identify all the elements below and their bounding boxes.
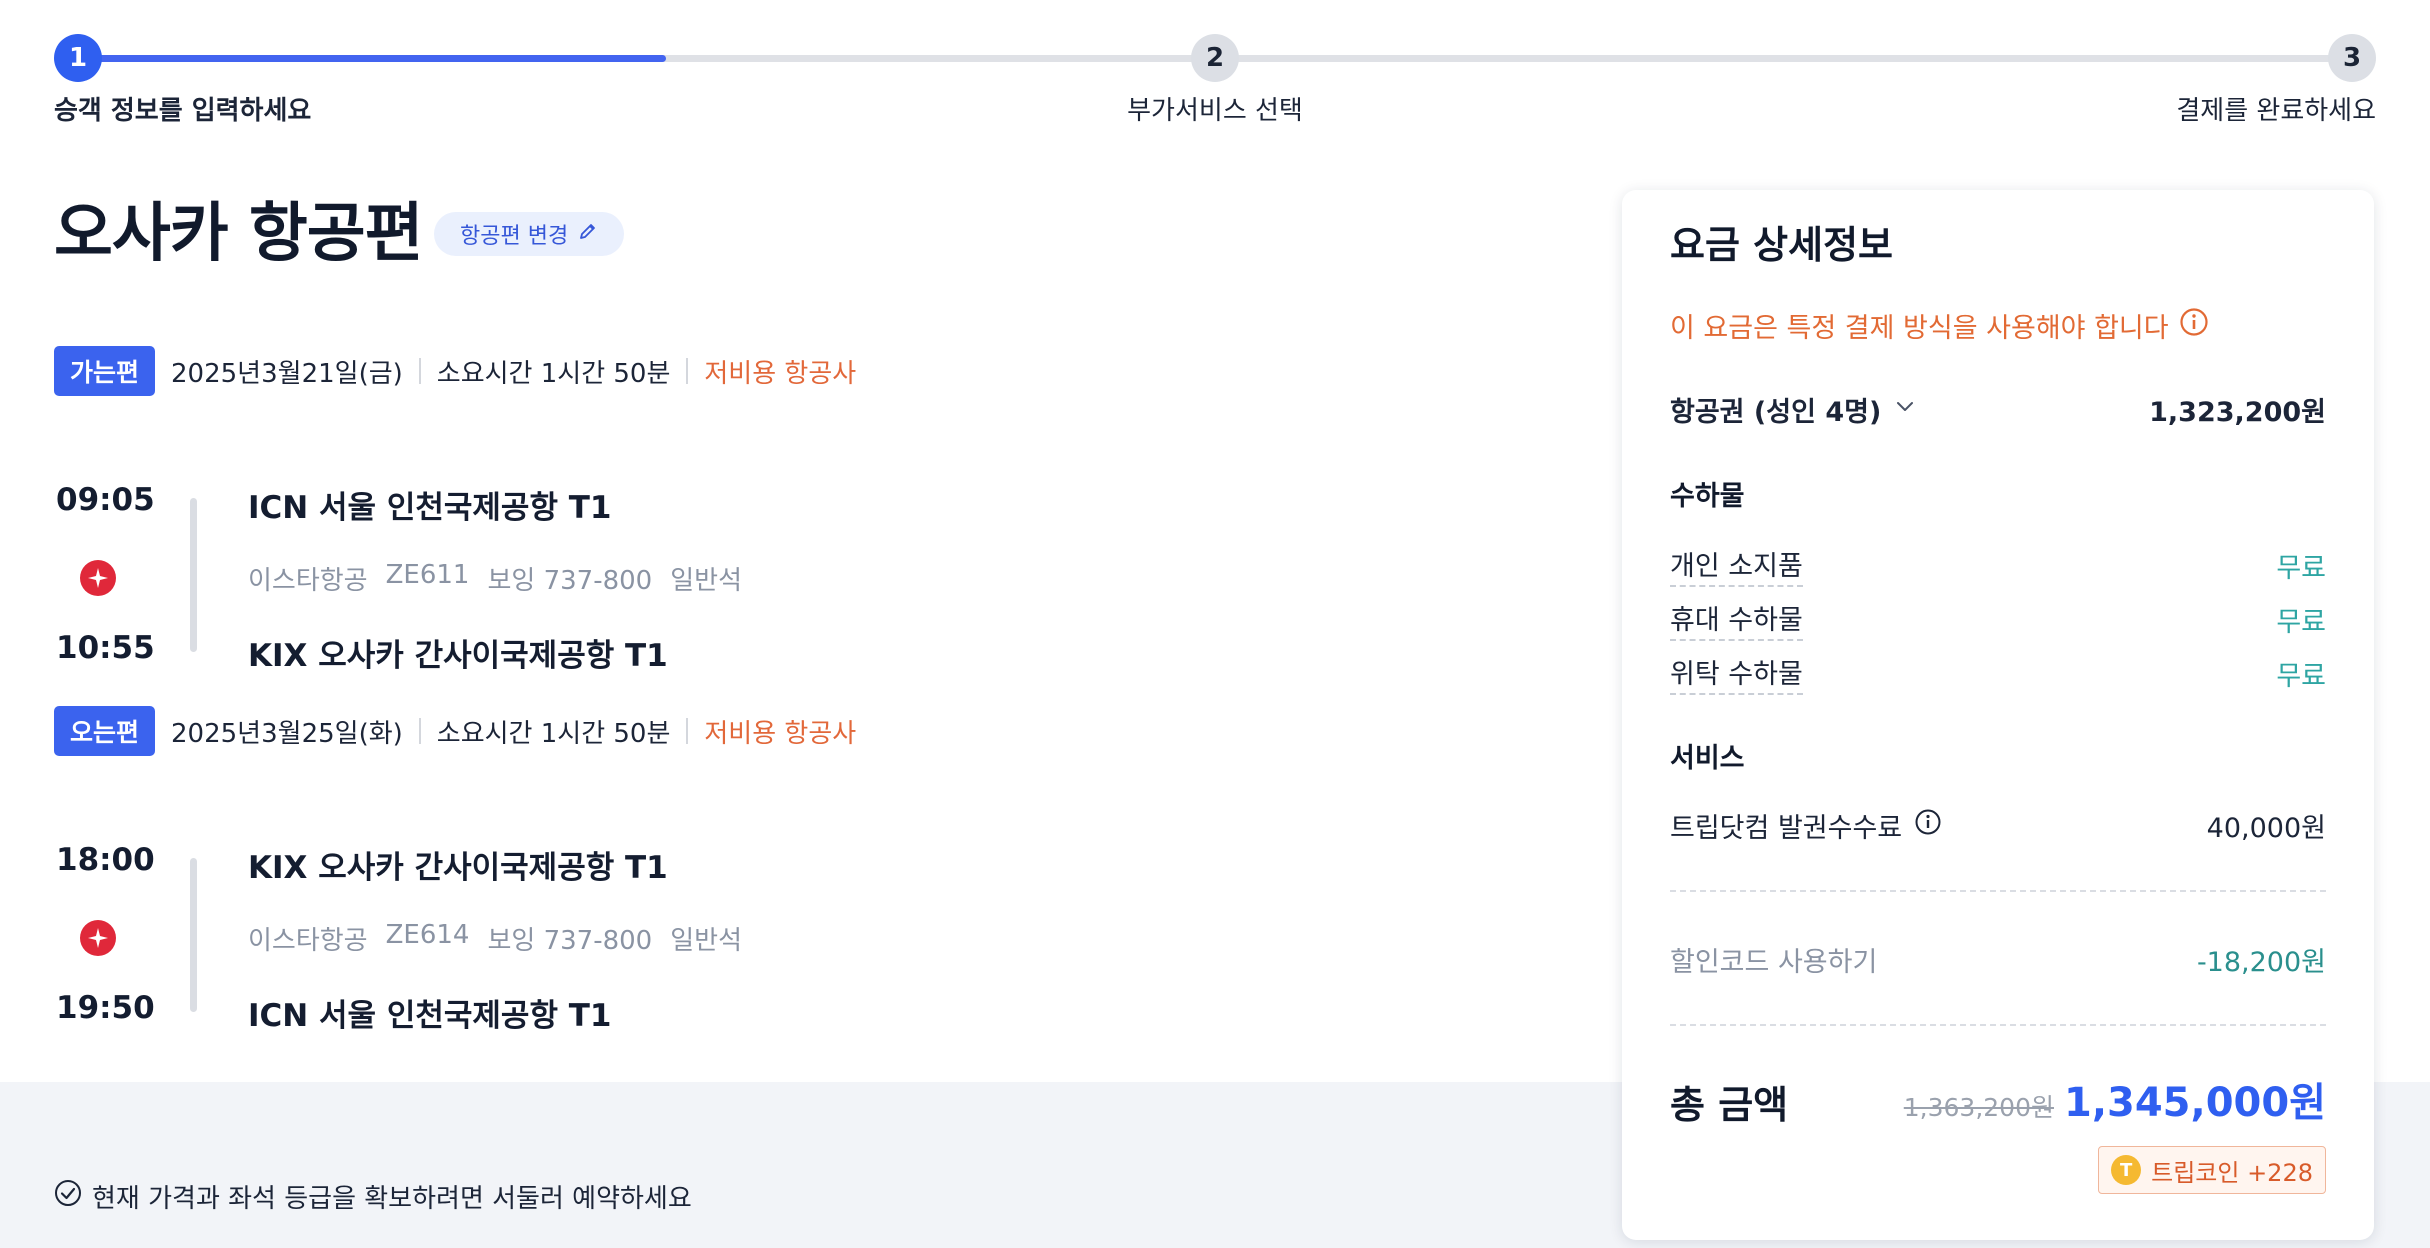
inbound-depart-airport: KIX 오사카 간사이국제공항 T1 <box>248 850 668 886</box>
outbound-leg: 가는편 2025년3월21일(금) 소요시간 1시간 50분 저비용 항공사 0… <box>54 346 1554 674</box>
divider <box>686 718 689 744</box>
total-label: 총 금액 <box>1670 1083 1789 1127</box>
outbound-itinerary: 09:05 ICN 서울 인천국제공항 T1 이스타항공 ZE611 보잉 73… <box>54 396 1554 674</box>
outbound-header: 가는편 2025년3월21일(금) 소요시간 1시간 50분 저비용 항공사 <box>54 346 1554 396</box>
baggage-label[interactable]: 위탁 수하물 <box>1670 652 1803 695</box>
baggage-row-carryon: 휴대 수하물 무료 <box>1670 598 2326 641</box>
info-icon[interactable] <box>1914 808 1942 843</box>
discount-code-link[interactable]: 할인코드 사용하기 <box>1670 940 1877 979</box>
ticket-price: 1,323,200원 <box>2149 397 2326 428</box>
cabin-class: 일반석 <box>670 566 742 596</box>
step-3-circle: 3 <box>2328 34 2376 82</box>
divider <box>686 358 689 384</box>
progress-stepper: 1 2 3 승객 정보를 입력하세요 부가서비스 선택 결제를 완료하세요 <box>54 34 2376 134</box>
inbound-date: 2025년3월25일(화) <box>171 718 403 749</box>
warning-text: 이 요금은 특정 결제 방식을 사용해야 합니다 <box>1670 313 2169 344</box>
page-title: 오사카 항공편 <box>54 197 424 271</box>
step-2-circle: 2 <box>1191 34 1239 82</box>
aircraft-type: 보잉 737-800 <box>487 566 653 596</box>
trip-coin-badge: T 트립코인 +228 <box>2098 1146 2326 1194</box>
inbound-header: 오는편 2025년3월25일(화) 소요시간 1시간 50분 저비용 항공사 <box>54 706 1554 756</box>
fare-details-panel: 요금 상세정보 이 요금은 특정 결제 방식을 사용해야 합니다 항공권 (성인… <box>1622 190 2374 1240</box>
baggage-value: 무료 <box>2276 607 2326 638</box>
outbound-date: 2025년3월21일(금) <box>171 358 403 389</box>
step-2-label: 부가서비스 선택 <box>1127 96 1303 126</box>
outbound-arrive-airport: KIX 오사카 간사이국제공항 T1 <box>248 638 668 674</box>
inbound-arrive-airport: ICN 서울 인천국제공항 T1 <box>248 998 612 1034</box>
discount-code-row[interactable]: 할인코드 사용하기 -18,200원 <box>1670 940 2326 979</box>
service-label: 트립닷컴 발권수수료 <box>1670 813 1903 844</box>
discount-value: -18,200원 <box>2196 947 2326 978</box>
baggage-label[interactable]: 휴대 수하물 <box>1670 598 1803 641</box>
trip-coin-label: 트립코인 +228 <box>2151 1158 2313 1187</box>
cabin-class: 일반석 <box>670 926 742 956</box>
timeline-line <box>190 498 197 652</box>
outbound-arrive-time: 10:55 <box>56 630 155 666</box>
baggage-row-checked: 위탁 수하물 무료 <box>1670 652 2326 695</box>
baggage-row-personal: 개인 소지품 무료 <box>1670 544 2326 587</box>
airline-name: 이스타항공 <box>248 566 368 596</box>
inbound-itinerary: 18:00 KIX 오사카 간사이국제공항 T1 이스타항공 ZE614 보잉 … <box>54 756 1554 1034</box>
inbound-leg: 오는편 2025년3월25일(화) 소요시간 1시간 50분 저비용 항공사 1… <box>54 706 1554 1034</box>
airline-name: 이스타항공 <box>248 926 368 956</box>
stepper-progress <box>78 55 666 62</box>
baggage-value: 무료 <box>2276 661 2326 692</box>
flight-number: ZE611 <box>385 560 470 590</box>
notice-text: 현재 가격과 좌석 등급을 확보하려면 서둘러 예약하세요 <box>92 1184 692 1214</box>
inbound-flight-details: 이스타항공 ZE614 보잉 737-800 일반석 <box>248 920 742 957</box>
inbound-arrive-time: 19:50 <box>56 990 155 1026</box>
pencil-icon <box>578 221 598 247</box>
divider <box>1670 890 2326 892</box>
outbound-carrier-type: 저비용 항공사 <box>704 358 857 389</box>
service-price: 40,000원 <box>2206 813 2326 844</box>
inbound-depart-time: 18:00 <box>56 842 155 878</box>
outbound-duration: 소요시간 1시간 50분 <box>436 358 671 389</box>
original-total-price: 1,363,200원 <box>1903 1093 2054 1122</box>
divider <box>418 718 421 744</box>
check-circle-icon <box>54 1179 82 1214</box>
trip-coin-icon: T <box>2111 1155 2142 1185</box>
aircraft-type: 보잉 737-800 <box>487 926 653 956</box>
info-icon[interactable] <box>2179 307 2209 344</box>
divider <box>418 358 421 384</box>
baggage-label[interactable]: 개인 소지품 <box>1670 544 1803 587</box>
step-3-label: 결제를 완료하세요 <box>2176 96 2376 126</box>
airline-logo-icon <box>80 920 116 956</box>
service-row: 트립닷컴 발권수수료 40,000원 <box>1670 806 2326 845</box>
outbound-depart-airport: ICN 서울 인천국제공항 T1 <box>248 490 612 526</box>
change-flight-button[interactable]: 항공편 변경 <box>434 212 625 256</box>
final-total-price: 1,345,000원 <box>2063 1080 2326 1126</box>
inbound-carrier-type: 저비용 항공사 <box>704 718 857 749</box>
timeline-line <box>190 858 197 1012</box>
service-title: 서비스 <box>1670 743 1745 774</box>
airline-logo-icon <box>80 560 116 596</box>
ticket-label: 항공권 (성인 4명) <box>1670 397 1882 428</box>
step-1-circle: 1 <box>54 34 102 82</box>
ticket-row[interactable]: 항공권 (성인 4명) 1,323,200원 <box>1670 390 2326 429</box>
flight-number: ZE614 <box>385 920 470 950</box>
booking-notice: 현재 가격과 좌석 등급을 확보하려면 서둘러 예약하세요 <box>54 1178 692 1215</box>
step-1-label: 승객 정보를 입력하세요 <box>54 96 312 126</box>
inbound-badge: 오는편 <box>54 706 156 756</box>
baggage-title: 수하물 <box>1670 481 1745 512</box>
outbound-flight-details: 이스타항공 ZE611 보잉 737-800 일반석 <box>248 560 742 597</box>
payment-method-warning: 이 요금은 특정 결제 방식을 사용해야 합니다 <box>1670 306 2209 345</box>
baggage-value: 무료 <box>2276 553 2326 584</box>
inbound-duration: 소요시간 1시간 50분 <box>436 718 671 749</box>
outbound-badge: 가는편 <box>54 346 156 396</box>
divider <box>1670 1024 2326 1026</box>
change-flight-label: 항공편 변경 <box>460 224 569 249</box>
total-price: 1,363,200원 1,345,000원 <box>1904 1070 2326 1128</box>
fare-title: 요금 상세정보 <box>1670 223 1893 267</box>
outbound-depart-time: 09:05 <box>56 482 155 518</box>
chevron-down-icon[interactable] <box>1893 394 1917 425</box>
